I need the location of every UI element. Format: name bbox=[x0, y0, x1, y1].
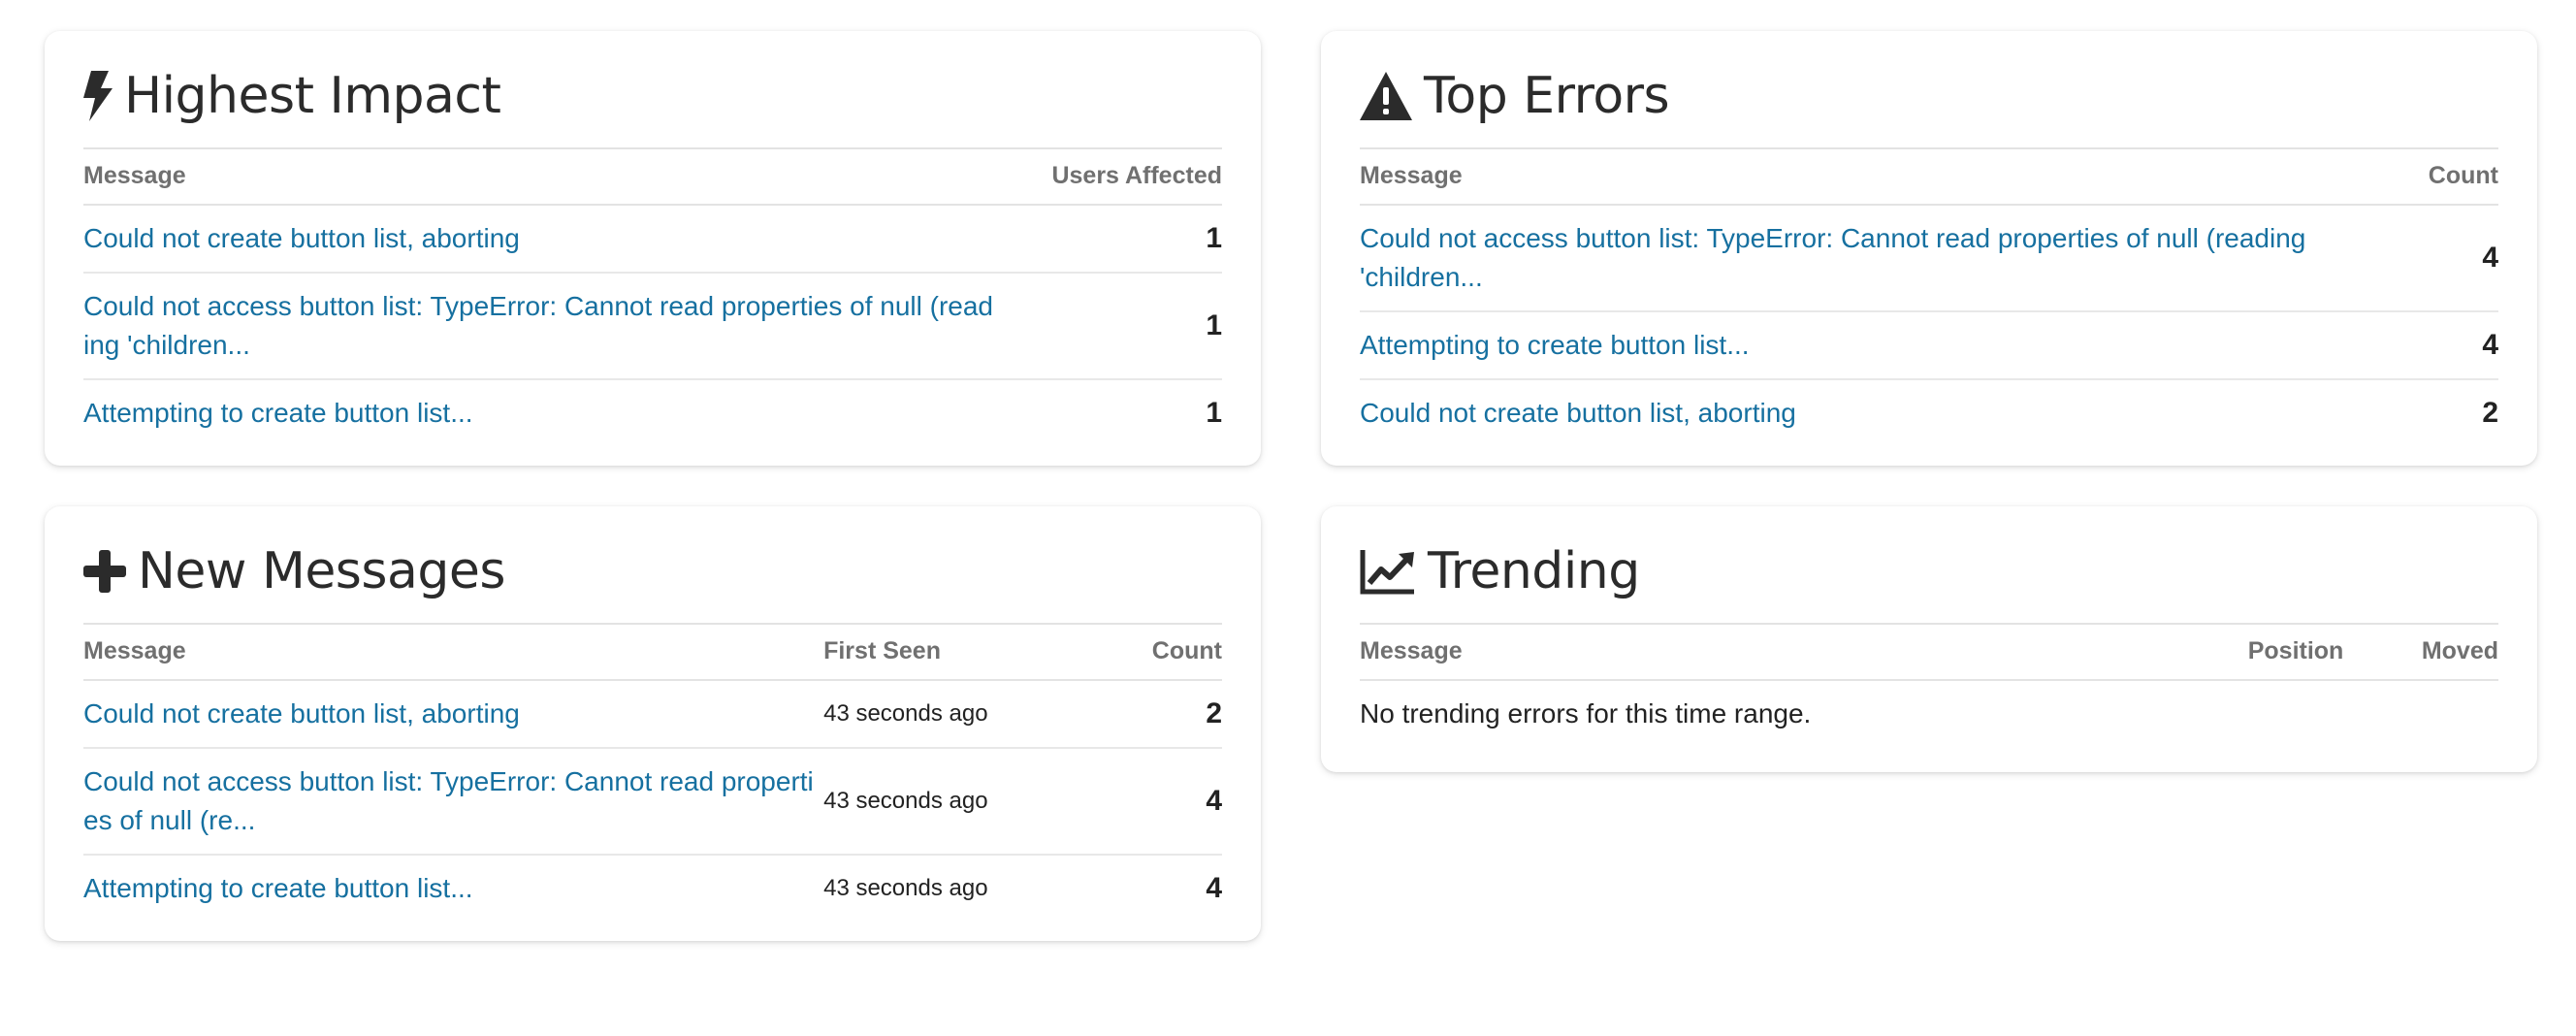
column-header-message: Message bbox=[1360, 147, 2328, 206]
message-link[interactable]: Could not access button list: TypeError:… bbox=[1360, 219, 2328, 297]
count-value: 4 bbox=[1050, 748, 1222, 856]
table-row: Could not access button list: TypeError:… bbox=[83, 748, 1222, 856]
column-header-users-affected: Users Affected bbox=[994, 147, 1222, 206]
first-seen-value: 43 seconds ago bbox=[823, 748, 1051, 856]
message-link[interactable]: Attempting to create button list... bbox=[1360, 326, 2328, 365]
trending-empty-state: No trending errors for this time range. bbox=[1360, 698, 1812, 728]
table-row: Attempting to create button list... 43 s… bbox=[83, 855, 1222, 922]
column-header-first-seen: First Seen bbox=[823, 623, 1051, 681]
trend-chart-icon bbox=[1360, 548, 1416, 595]
message-link[interactable]: Could not create button list, aborting bbox=[1360, 394, 2328, 433]
first-seen-value: 43 seconds ago bbox=[823, 875, 988, 901]
message-link[interactable]: Could not create button list, aborting bbox=[83, 219, 994, 258]
trending-header: Trending bbox=[1360, 541, 2498, 601]
table-row: Could not access button list: TypeError:… bbox=[1360, 205, 2498, 312]
column-header-count: Count bbox=[2327, 147, 2498, 206]
table-row: Could not create button list, aborting 1 bbox=[83, 205, 1222, 274]
count-value: 4 bbox=[1206, 872, 1222, 904]
message-link[interactable]: Could not access button list: TypeError:… bbox=[83, 287, 994, 365]
highest-impact-card: Highest Impact Message Users Affected Co… bbox=[45, 31, 1261, 466]
new-messages-table: Message First Seen Count Could not creat… bbox=[83, 623, 1222, 922]
message-link[interactable]: Could not access button list: TypeError:… bbox=[83, 762, 823, 840]
top-errors-title: Top Errors bbox=[1424, 67, 1670, 125]
column-header-message: Message bbox=[1360, 623, 2248, 681]
trending-card: Trending Message Position Moved No trend… bbox=[1321, 506, 2537, 772]
count-value: 2 bbox=[2482, 397, 2498, 429]
users-affected-value: 1 bbox=[1206, 397, 1222, 429]
table-row: Attempting to create button list... 4 bbox=[1360, 311, 2498, 380]
new-messages-header: New Messages bbox=[83, 541, 1222, 601]
dashboard-grid: Highest Impact Message Users Affected Co… bbox=[45, 31, 2537, 941]
highest-impact-header: Highest Impact bbox=[83, 66, 1222, 126]
column-header-message: Message bbox=[83, 147, 995, 206]
top-errors-header: Top Errors bbox=[1360, 66, 2498, 126]
new-messages-title: New Messages bbox=[138, 542, 505, 600]
bolt-icon bbox=[83, 71, 113, 121]
table-row: Could not create button list, aborting 2 bbox=[1360, 379, 2498, 446]
highest-impact-table: Message Users Affected Could not create … bbox=[83, 147, 1222, 446]
table-row: Could not access button list: TypeError:… bbox=[83, 273, 1222, 380]
first-seen-value: 43 seconds ago bbox=[823, 680, 1051, 749]
column-header-message: Message bbox=[83, 623, 824, 681]
column-header-moved: Moved bbox=[2384, 623, 2498, 681]
warning-icon bbox=[1360, 72, 1412, 120]
message-link[interactable]: Attempting to create button list... bbox=[83, 869, 823, 908]
new-messages-card: New Messages Message First Seen Count Co… bbox=[45, 506, 1261, 941]
column-header-count: Count bbox=[1050, 623, 1222, 681]
plus-icon bbox=[83, 550, 126, 593]
table-row: Could not create button list, aborting 4… bbox=[83, 680, 1222, 749]
users-affected-value: 1 bbox=[994, 205, 1222, 274]
trending-title: Trending bbox=[1428, 542, 1640, 600]
count-value: 2 bbox=[1050, 680, 1222, 749]
message-link[interactable]: Attempting to create button list... bbox=[83, 394, 994, 433]
top-errors-card: Top Errors Message Count Could not acces… bbox=[1321, 31, 2537, 466]
trending-table: Message Position Moved bbox=[1360, 623, 2498, 681]
column-header-position: Position bbox=[2247, 623, 2385, 681]
count-value: 4 bbox=[2327, 205, 2498, 312]
highest-impact-title: Highest Impact bbox=[124, 67, 501, 125]
top-errors-table: Message Count Could not access button li… bbox=[1360, 147, 2498, 446]
message-link[interactable]: Could not create button list, aborting bbox=[83, 695, 823, 733]
table-row: Attempting to create button list... 1 bbox=[83, 379, 1222, 446]
count-value: 4 bbox=[2327, 311, 2498, 380]
users-affected-value: 1 bbox=[994, 273, 1222, 380]
